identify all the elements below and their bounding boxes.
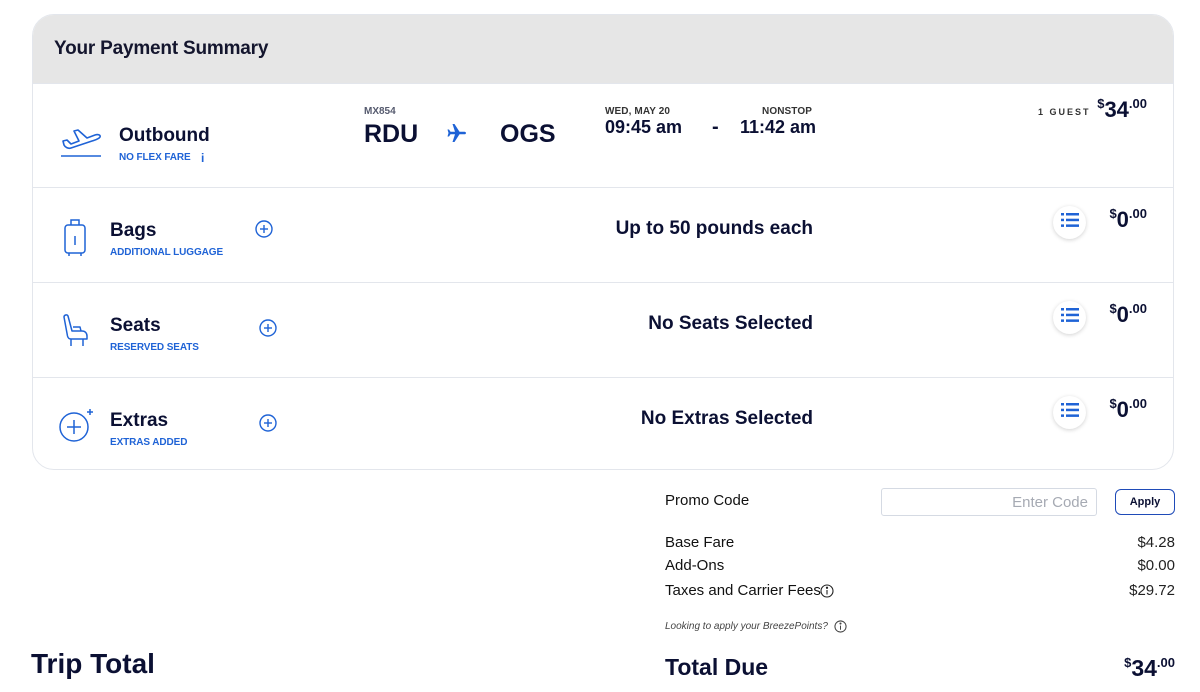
add-seats-button[interactable] bbox=[259, 319, 277, 337]
guest-count: 1 GUEST bbox=[1038, 107, 1091, 117]
plane-departure-icon bbox=[59, 125, 103, 166]
extras-subtitle: EXTRAS ADDED bbox=[110, 437, 188, 448]
stops-label: NONSTOP bbox=[762, 106, 812, 117]
promo-code-label: Promo Code bbox=[665, 492, 750, 509]
time-separator: - bbox=[712, 116, 719, 138]
trip-total-heading: Trip Total bbox=[31, 648, 155, 679]
flight-number: MX854 bbox=[364, 106, 396, 117]
seats-subtitle: RESERVED SEATS bbox=[110, 342, 199, 353]
airplane-icon bbox=[445, 121, 469, 150]
origin-airport: RDU bbox=[364, 120, 419, 148]
seat-icon bbox=[61, 313, 91, 354]
extras-price: $0.00 bbox=[1109, 396, 1147, 422]
breezepoints-info-icon[interactable] bbox=[834, 620, 847, 638]
seats-row: Seats RESERVED SEATS No Seats Selected $… bbox=[33, 282, 1173, 377]
taxes-fees-label: Taxes and Carrier Fees bbox=[665, 582, 821, 599]
fare-type-label: NO FLEX FARE bbox=[119, 152, 191, 163]
page-title: Your Payment Summary bbox=[54, 38, 269, 59]
extras-details-button[interactable] bbox=[1053, 396, 1086, 429]
add-bags-button[interactable] bbox=[255, 220, 273, 238]
seats-summary: No Seats Selected bbox=[648, 313, 813, 334]
add-ons-label: Add-Ons bbox=[665, 557, 725, 574]
bags-summary: Up to 50 pounds each bbox=[615, 218, 813, 239]
bags-row: Bags ADDITIONAL LUGGAGE Up to 50 pounds … bbox=[33, 187, 1173, 282]
departure-time: 09:45 am bbox=[605, 117, 683, 137]
seats-price: $0.00 bbox=[1109, 301, 1147, 327]
outbound-price: $34.00 bbox=[1097, 96, 1147, 122]
list-icon bbox=[1060, 213, 1079, 232]
breezepoints-note[interactable]: Looking to apply your BreezePoints? bbox=[665, 621, 828, 632]
extras-plus-icon bbox=[58, 408, 94, 449]
list-icon bbox=[1060, 403, 1079, 422]
seats-details-button[interactable] bbox=[1053, 301, 1086, 334]
destination-airport: OGS bbox=[500, 120, 556, 148]
base-fare-amount: $4.28 bbox=[1137, 534, 1175, 551]
extras-title: Extras bbox=[110, 410, 169, 431]
promo-code-input[interactable] bbox=[881, 488, 1097, 516]
extras-summary: No Extras Selected bbox=[640, 408, 813, 429]
payment-summary-card: Your Payment Summary Outbound NO FLEX FA… bbox=[32, 14, 1174, 470]
extras-row: Extras EXTRAS ADDED No Extras Selected $… bbox=[33, 377, 1173, 469]
add-ons-amount: $0.00 bbox=[1137, 557, 1175, 574]
list-icon bbox=[1060, 308, 1079, 327]
total-due-label: Total Due bbox=[665, 654, 769, 680]
fare-info-icon[interactable]: i bbox=[201, 151, 204, 165]
payment-summary-header: Your Payment Summary bbox=[33, 15, 1173, 83]
seats-title: Seats bbox=[110, 315, 161, 336]
outbound-flight-row: Outbound NO FLEX FARE i MX854 RDU OGS WE… bbox=[33, 83, 1173, 187]
add-extras-button[interactable] bbox=[259, 414, 277, 432]
base-fare-label: Base Fare bbox=[665, 534, 735, 551]
apply-promo-button[interactable]: Apply bbox=[1115, 489, 1175, 515]
taxes-fees-amount: $29.72 bbox=[1129, 582, 1175, 599]
taxes-info-icon[interactable] bbox=[820, 584, 834, 603]
outbound-title: Outbound bbox=[119, 125, 210, 146]
luggage-icon bbox=[63, 218, 87, 263]
bags-price: $0.00 bbox=[1109, 206, 1147, 232]
bags-title: Bags bbox=[110, 220, 157, 241]
total-due-amount: $34.00 bbox=[1124, 655, 1175, 681]
bags-details-button[interactable] bbox=[1053, 206, 1086, 239]
arrival-time: 11:42 am bbox=[740, 117, 817, 137]
bags-subtitle: ADDITIONAL LUGGAGE bbox=[110, 247, 224, 258]
flight-date: WED, MAY 20 bbox=[605, 106, 671, 117]
